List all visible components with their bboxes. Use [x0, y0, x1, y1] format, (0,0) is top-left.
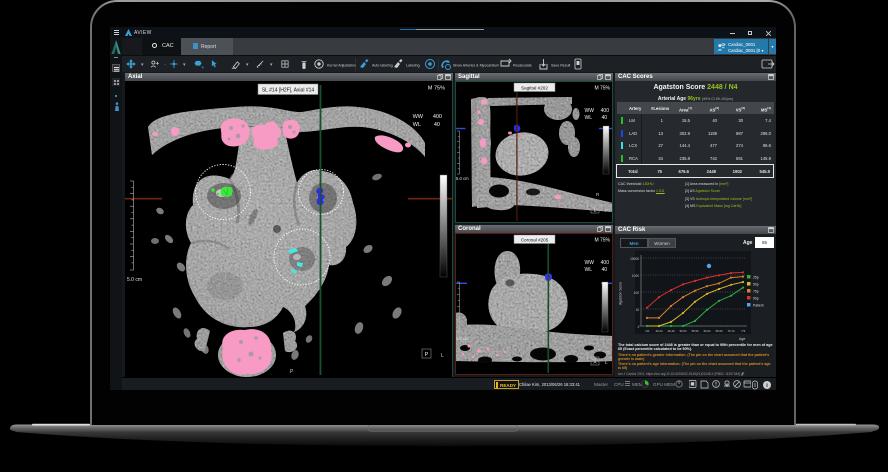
svg-text:Coronal #205: Coronal #205: [521, 237, 549, 242]
svg-text:10000: 10000: [630, 257, 639, 261]
svg-text:WW: WW: [585, 108, 595, 114]
svg-text:75p: 75p: [753, 290, 759, 294]
svg-text:25p: 25p: [753, 276, 759, 280]
svg-text:40: 40: [434, 122, 440, 128]
svg-text:WL: WL: [585, 267, 593, 273]
svg-text:40: 40: [601, 267, 607, 273]
svg-text:M 75%: M 75%: [594, 86, 610, 92]
svg-text:70-74: 70-74: [728, 329, 735, 333]
svg-text:M 75%: M 75%: [594, 238, 610, 244]
svg-text:50p: 50p: [753, 283, 759, 287]
svg-text:WW: WW: [413, 114, 424, 120]
svg-text:100: 100: [634, 291, 640, 295]
svg-text:L: L: [441, 353, 444, 359]
svg-text:1000: 1000: [632, 274, 639, 278]
svg-text:40: 40: [601, 115, 607, 121]
svg-text:Patient: Patient: [753, 304, 764, 308]
svg-text:1: 1: [637, 325, 639, 329]
svg-text:400: 400: [601, 108, 610, 114]
svg-text:45-49: 45-49: [668, 329, 675, 333]
svg-text:90p: 90p: [753, 297, 759, 301]
svg-text:<40: <40: [645, 329, 650, 333]
svg-text:▾: ▾: [183, 62, 186, 68]
svg-text:-: -: [164, 62, 166, 68]
svg-text:Recalculate: Recalculate: [513, 64, 532, 68]
svg-text:▾: ▾: [141, 62, 144, 68]
svg-text:▾: ▾: [246, 62, 249, 68]
svg-text:5.0 cm: 5.0 cm: [127, 277, 142, 283]
svg-text:5.0 cm: 5.0 cm: [456, 336, 469, 341]
svg-text:WL: WL: [585, 115, 593, 121]
svg-text:Auto labeling: Auto labeling: [372, 64, 393, 68]
svg-text:P: P: [605, 208, 608, 213]
svg-text:A: A: [593, 360, 596, 365]
svg-text:▾: ▾: [270, 62, 273, 68]
svg-text:Agatston Score: Agatston Score: [619, 282, 623, 305]
svg-text:SL #14 [H2F], Axial #14: SL #14 [H2F], Axial #14: [262, 88, 315, 94]
svg-text:400: 400: [433, 114, 442, 120]
svg-text:P: P: [425, 352, 429, 358]
svg-text:55-59: 55-59: [692, 329, 699, 333]
svg-text:Sagittal #202: Sagittal #202: [521, 85, 548, 90]
svg-text:5.0 cm: 5.0 cm: [456, 176, 469, 181]
svg-text:P: P: [290, 369, 294, 375]
svg-text:40-44: 40-44: [656, 329, 663, 333]
svg-text:50-54: 50-54: [680, 329, 687, 333]
svg-text:Kernel Adjustation: Kernel Adjustation: [327, 64, 356, 68]
svg-text:R: R: [596, 192, 600, 197]
svg-text:65-69: 65-69: [716, 329, 723, 333]
svg-text:>75: >75: [741, 329, 746, 333]
svg-text:Show Arteries & Myocardium: Show Arteries & Myocardium: [453, 64, 499, 68]
svg-text:400: 400: [601, 260, 610, 266]
svg-text:Age: Age: [739, 337, 745, 341]
svg-text:Save Result: Save Result: [551, 64, 570, 68]
svg-text:WL: WL: [413, 122, 421, 128]
svg-text:60-64: 60-64: [704, 329, 711, 333]
svg-text:WW: WW: [585, 260, 595, 266]
svg-text:10: 10: [635, 308, 639, 312]
svg-text:Labeling: Labeling: [406, 64, 420, 68]
svg-text:M 75%: M 75%: [428, 86, 445, 92]
